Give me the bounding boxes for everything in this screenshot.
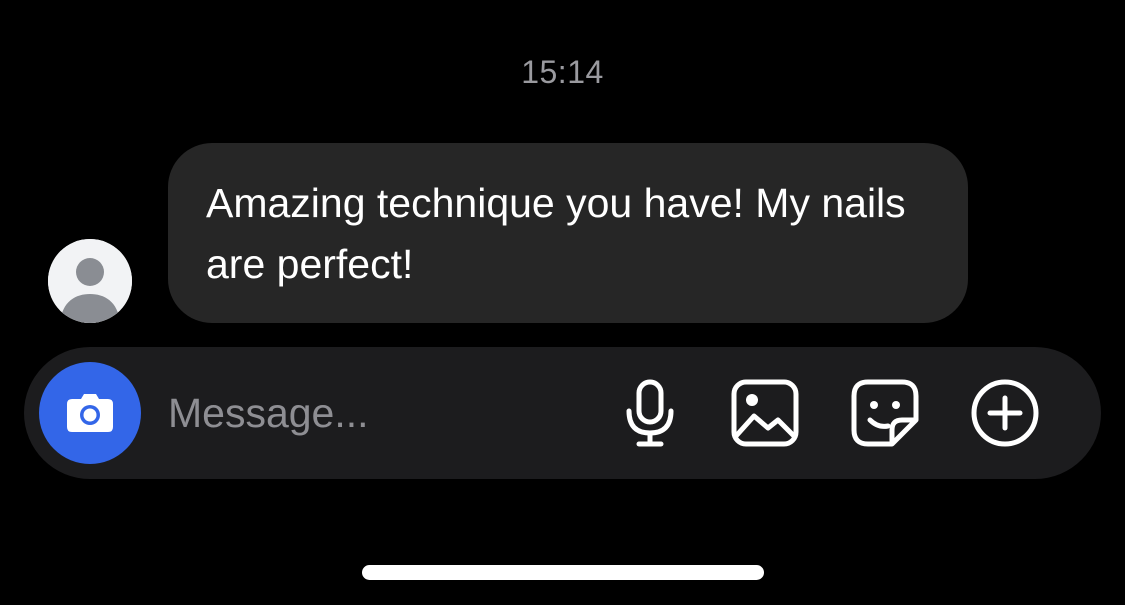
- plus-circle-icon: [971, 379, 1039, 447]
- sticker-icon: [851, 379, 919, 447]
- home-indicator[interactable]: [362, 565, 764, 580]
- message-row: Amazing technique you have! My nails are…: [48, 143, 988, 323]
- camera-icon: [67, 394, 113, 432]
- message-input[interactable]: [168, 383, 588, 443]
- message-bubble[interactable]: Amazing technique you have! My nails are…: [168, 143, 968, 323]
- default-user-avatar-icon: [48, 239, 132, 323]
- image-icon: [731, 379, 799, 447]
- microphone-icon: [626, 379, 674, 447]
- message-timestamp: 15:14: [521, 54, 604, 90]
- message-composer: [24, 347, 1101, 479]
- message-text: Amazing technique you have! My nails are…: [206, 180, 906, 287]
- camera-button[interactable]: [39, 362, 141, 464]
- sticker-button[interactable]: [849, 377, 921, 449]
- more-button[interactable]: [969, 377, 1041, 449]
- gallery-button[interactable]: [729, 377, 801, 449]
- sender-avatar[interactable]: [48, 239, 132, 323]
- voice-button[interactable]: [614, 377, 686, 449]
- chat-screen: 15:14 Amazing technique you have! My nai…: [0, 0, 1125, 605]
